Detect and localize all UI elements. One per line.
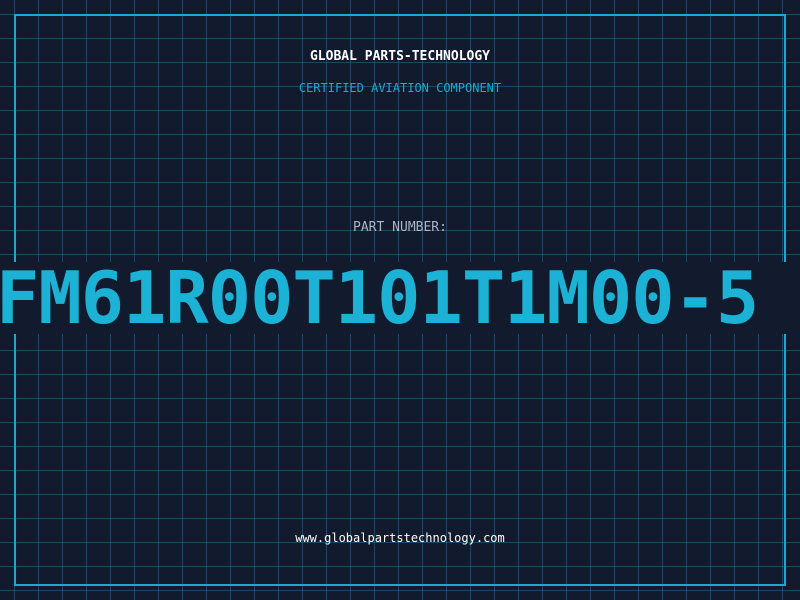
website-url: www.globalpartstechnology.com (295, 531, 505, 545)
part-number-value: FM61R00T101T1M00-5 (0, 260, 759, 336)
company-name: GLOBAL PARTS-TECHNOLOGY (309, 49, 490, 64)
certification-subtitle: CERTIFIED AVIATION COMPONENT (298, 81, 502, 95)
part-number-label: PART NUMBER: (353, 220, 447, 235)
certificate-card: GLOBAL PARTS-TECHNOLOGY CERTIFIED AVIATI… (0, 0, 800, 600)
